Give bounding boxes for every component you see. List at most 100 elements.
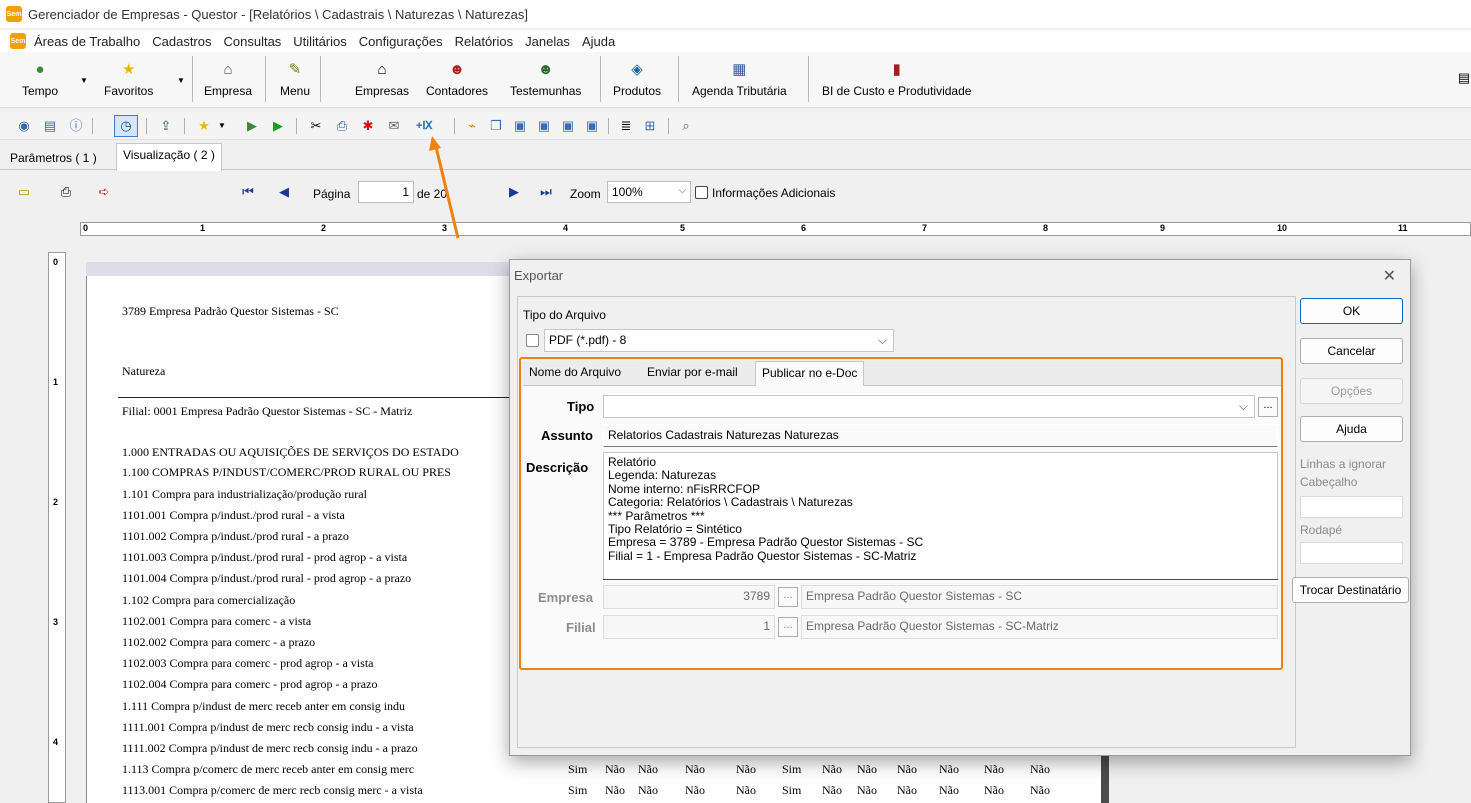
menu-icon: ✎ [288, 61, 302, 78]
menu-bar: Sem Áreas de Trabalho Cadastros Consulta… [0, 30, 1471, 52]
file-type-select[interactable]: PDF (*.pdf) - 8 ⌵ [544, 329, 894, 352]
menu-utilitarios[interactable]: Utilitários [289, 34, 354, 49]
info-icon[interactable]: ⓘ [68, 118, 84, 134]
export-icon[interactable]: ⇪ [158, 118, 174, 134]
tab-visualizacao[interactable]: Visualização ( 2 ) [116, 143, 222, 171]
menu-areas[interactable]: Áreas de Trabalho [30, 34, 148, 49]
network-icon[interactable]: ⊞ [642, 118, 658, 134]
printer-icon[interactable]: ⎙ [334, 118, 350, 134]
title-bar: Sem Gerenciador de Empresas - Questor - … [0, 0, 1471, 28]
file-type-checkbox[interactable] [526, 334, 539, 347]
agenda-button[interactable]: ▦ Agenda Tributária [692, 54, 787, 104]
chart-icon[interactable]: ⌁ [464, 118, 480, 134]
window-icon[interactable]: ▣ [584, 118, 600, 134]
chevron-down-icon[interactable]: ▼ [214, 118, 230, 134]
cancel-button[interactable]: Cancelar [1300, 338, 1403, 364]
flag-cell: Não [939, 762, 959, 776]
report-line: 1102.001 Compra para comerc - a vista [122, 614, 312, 628]
options-button[interactable]: Opções [1300, 378, 1403, 404]
help-button[interactable]: Ajuda [1300, 416, 1403, 442]
first-page-icon[interactable]: ⏮ [240, 184, 256, 200]
copy-icon[interactable]: ❐ [488, 118, 504, 134]
export-icon[interactable]: ➪ [96, 184, 112, 200]
document-tabs: Parâmetros ( 1 ) Visualização ( 2 ) [0, 143, 1471, 171]
grid-icon[interactable]: ▤ [42, 118, 58, 134]
flag-cell: Não [685, 762, 705, 776]
info-checkbox[interactable] [695, 186, 708, 199]
chevron-down-icon[interactable]: ▼ [177, 76, 185, 85]
ruler-tick: 6 [801, 223, 807, 233]
chevron-down-icon[interactable]: ▼ [80, 76, 88, 85]
zoom-icon[interactable]: ⌕ [678, 118, 694, 134]
timer-icon[interactable]: ◷ [118, 118, 134, 134]
ribbon-toolbar: ● Tempo ▼ ★ Favoritos ▼ ⌂ Empresa ✎ Menu… [0, 52, 1471, 108]
report-line: 1101.001 Compra p/indust./prod rural - a… [122, 508, 345, 522]
contadores-label: Contadores [426, 84, 489, 98]
menu-consultas[interactable]: Consultas [219, 34, 289, 49]
empresa-button[interactable]: ⌂ Empresa [204, 54, 252, 104]
favoritos-label: Favoritos [104, 84, 154, 98]
printer-icon[interactable]: ▤ [1456, 70, 1471, 86]
produtos-button[interactable]: ◈ Produtos [613, 54, 661, 104]
tools-icon[interactable]: ✂ [308, 118, 324, 134]
step-forward-icon[interactable]: ▶ [244, 118, 260, 134]
printer-icon[interactable]: ⎙ [58, 184, 74, 200]
last-page-icon[interactable]: ⏭ [538, 184, 554, 200]
contadores-button[interactable]: ☻ Contadores [426, 54, 488, 104]
page-count: de 20 [417, 187, 448, 201]
email-icon[interactable]: ✉ [386, 118, 402, 134]
menu-button[interactable]: ✎ Menu [280, 54, 310, 104]
separator [92, 118, 93, 134]
report-line: 1.101 Compra para industrialização/produ… [122, 487, 367, 501]
clock-icon: ● [35, 61, 45, 78]
window-icon[interactable]: ▣ [536, 118, 552, 134]
bi-button[interactable]: ▮ BI de Custo e Produtividade [822, 54, 971, 104]
empresa-label: Empresa [204, 84, 253, 98]
star-icon[interactable]: ★ [196, 118, 212, 134]
report-title: Natureza [122, 364, 166, 378]
mdi-icon[interactable]: Sem [10, 33, 26, 49]
ruler-tick: 4 [53, 737, 59, 747]
page-input[interactable]: 1 [358, 181, 414, 203]
close-icon[interactable]: ✕ [1383, 266, 1396, 286]
window-icon[interactable]: ▣ [560, 118, 576, 134]
favoritos-button[interactable]: ★ Favoritos [104, 54, 153, 104]
menu-janelas[interactable]: Janelas [521, 34, 578, 49]
report-line: 1113.001 Compra p/comerc de merc recb co… [122, 783, 423, 797]
flag-cell: Não [638, 762, 658, 776]
document-icon[interactable]: ≣ [618, 118, 634, 134]
tempo-button[interactable]: ● Tempo [22, 54, 58, 104]
menu-cadastros[interactable]: Cadastros [148, 34, 219, 49]
testemunhas-button[interactable]: ☻ Testemunhas [510, 54, 581, 104]
next-page-icon[interactable]: ▶ [506, 184, 522, 200]
vertical-ruler: 0 1 2 3 4 [48, 252, 66, 803]
box-icon: ◈ [631, 61, 643, 78]
menu-configuracoes[interactable]: Configurações [355, 34, 451, 49]
zoom-label: Zoom [570, 187, 601, 201]
cabecalho-input[interactable] [1300, 496, 1403, 518]
rodape-input[interactable] [1300, 542, 1403, 564]
edoc-icon[interactable]: +Ⅸ [416, 118, 433, 134]
empresas-label: Empresas [355, 84, 410, 98]
ruler-tick: 0 [83, 223, 89, 233]
report-line: 1111.002 Compra p/indust de merc recb co… [122, 741, 418, 755]
ok-button[interactable]: OK [1300, 298, 1403, 324]
window-icon[interactable]: ▣ [512, 118, 528, 134]
menu-ajuda[interactable]: Ajuda [578, 34, 623, 49]
empresas-button[interactable]: ⌂ Empresas [355, 54, 409, 104]
zoom-select[interactable]: 100% ⌵ [607, 181, 691, 203]
prev-page-icon[interactable]: ◀ [276, 184, 292, 200]
dialog-title: Exportar [514, 268, 564, 283]
trocar-destinatario-button[interactable]: Trocar Destinatário [1292, 577, 1409, 603]
testemunhas-label: Testemunhas [510, 84, 582, 98]
open-folder-icon[interactable]: ▭ [16, 184, 32, 200]
tab-parametros[interactable]: Parâmetros ( 1 ) [10, 151, 97, 165]
report-filial: Filial: 0001 Empresa Padrão Questor Sist… [122, 404, 413, 418]
flag-cell: Não [857, 762, 877, 776]
menu-relatorios[interactable]: Relatórios [451, 34, 522, 49]
separator [600, 56, 601, 102]
linhas-ignorar-label: Linhas a ignorar [1300, 457, 1387, 471]
play-icon[interactable]: ▶ [270, 118, 286, 134]
asterisk-icon[interactable]: ✱ [360, 118, 376, 134]
globe-icon[interactable]: ◉ [16, 118, 32, 134]
